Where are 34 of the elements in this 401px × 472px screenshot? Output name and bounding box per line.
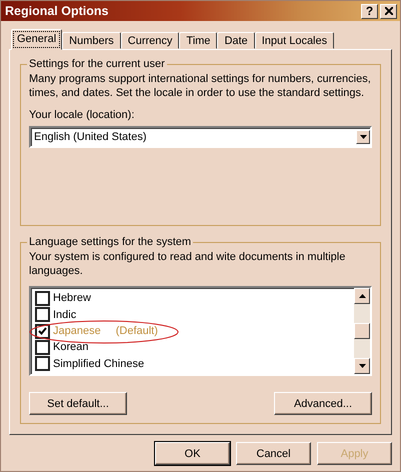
group-title: Language settings for the system [28,236,192,248]
locale-dropdown[interactable]: English (United States) [29,126,372,148]
checkbox[interactable] [35,356,50,372]
check-icon [38,327,47,336]
tab[interactable]: Time [179,32,218,49]
tab[interactable]: Numbers [62,32,121,49]
group-title: Settings for the current user [28,58,166,70]
scrollbar[interactable] [354,288,370,374]
close-button[interactable] [380,4,397,18]
close-icon [384,7,392,15]
scroll-up-icon[interactable] [354,288,370,304]
tab[interactable]: Input Locales [254,32,334,49]
tab[interactable]: Date [217,32,255,49]
checkbox[interactable] [35,340,50,355]
checkbox[interactable] [35,307,50,322]
language-label[interactable]: Indic [53,308,76,321]
language-label[interactable]: Simplified Chinese [53,358,144,370]
set-default-button[interactable]: Set default... [29,392,127,415]
dialog-button[interactable]: OK [155,442,230,465]
tab[interactable]: Currency [120,32,180,49]
dialog-button[interactable]: Cancel [236,442,311,465]
advanced-button[interactable]: Advanced... [274,392,372,415]
help-button[interactable]: ? [361,4,378,18]
checkbox[interactable] [35,290,50,306]
description-text: Many programs support international settings for numbers, currencies, times, and dates. Set the locale in order to use the standard settings. [29,72,372,100]
scroll-down-icon[interactable] [354,358,370,374]
language-label[interactable]: Korean [53,341,88,354]
scroll-thumb[interactable] [354,323,370,339]
window-title: Regional Options [5,4,108,18]
tab[interactable]: General [11,29,62,50]
description-text: Your system is configured to read and wite documents in multiple languages. [29,250,346,278]
field-label: Your locale (location): [29,108,136,122]
default-tag: (Default) [116,325,158,338]
language-label[interactable]: Hebrew [53,292,91,304]
